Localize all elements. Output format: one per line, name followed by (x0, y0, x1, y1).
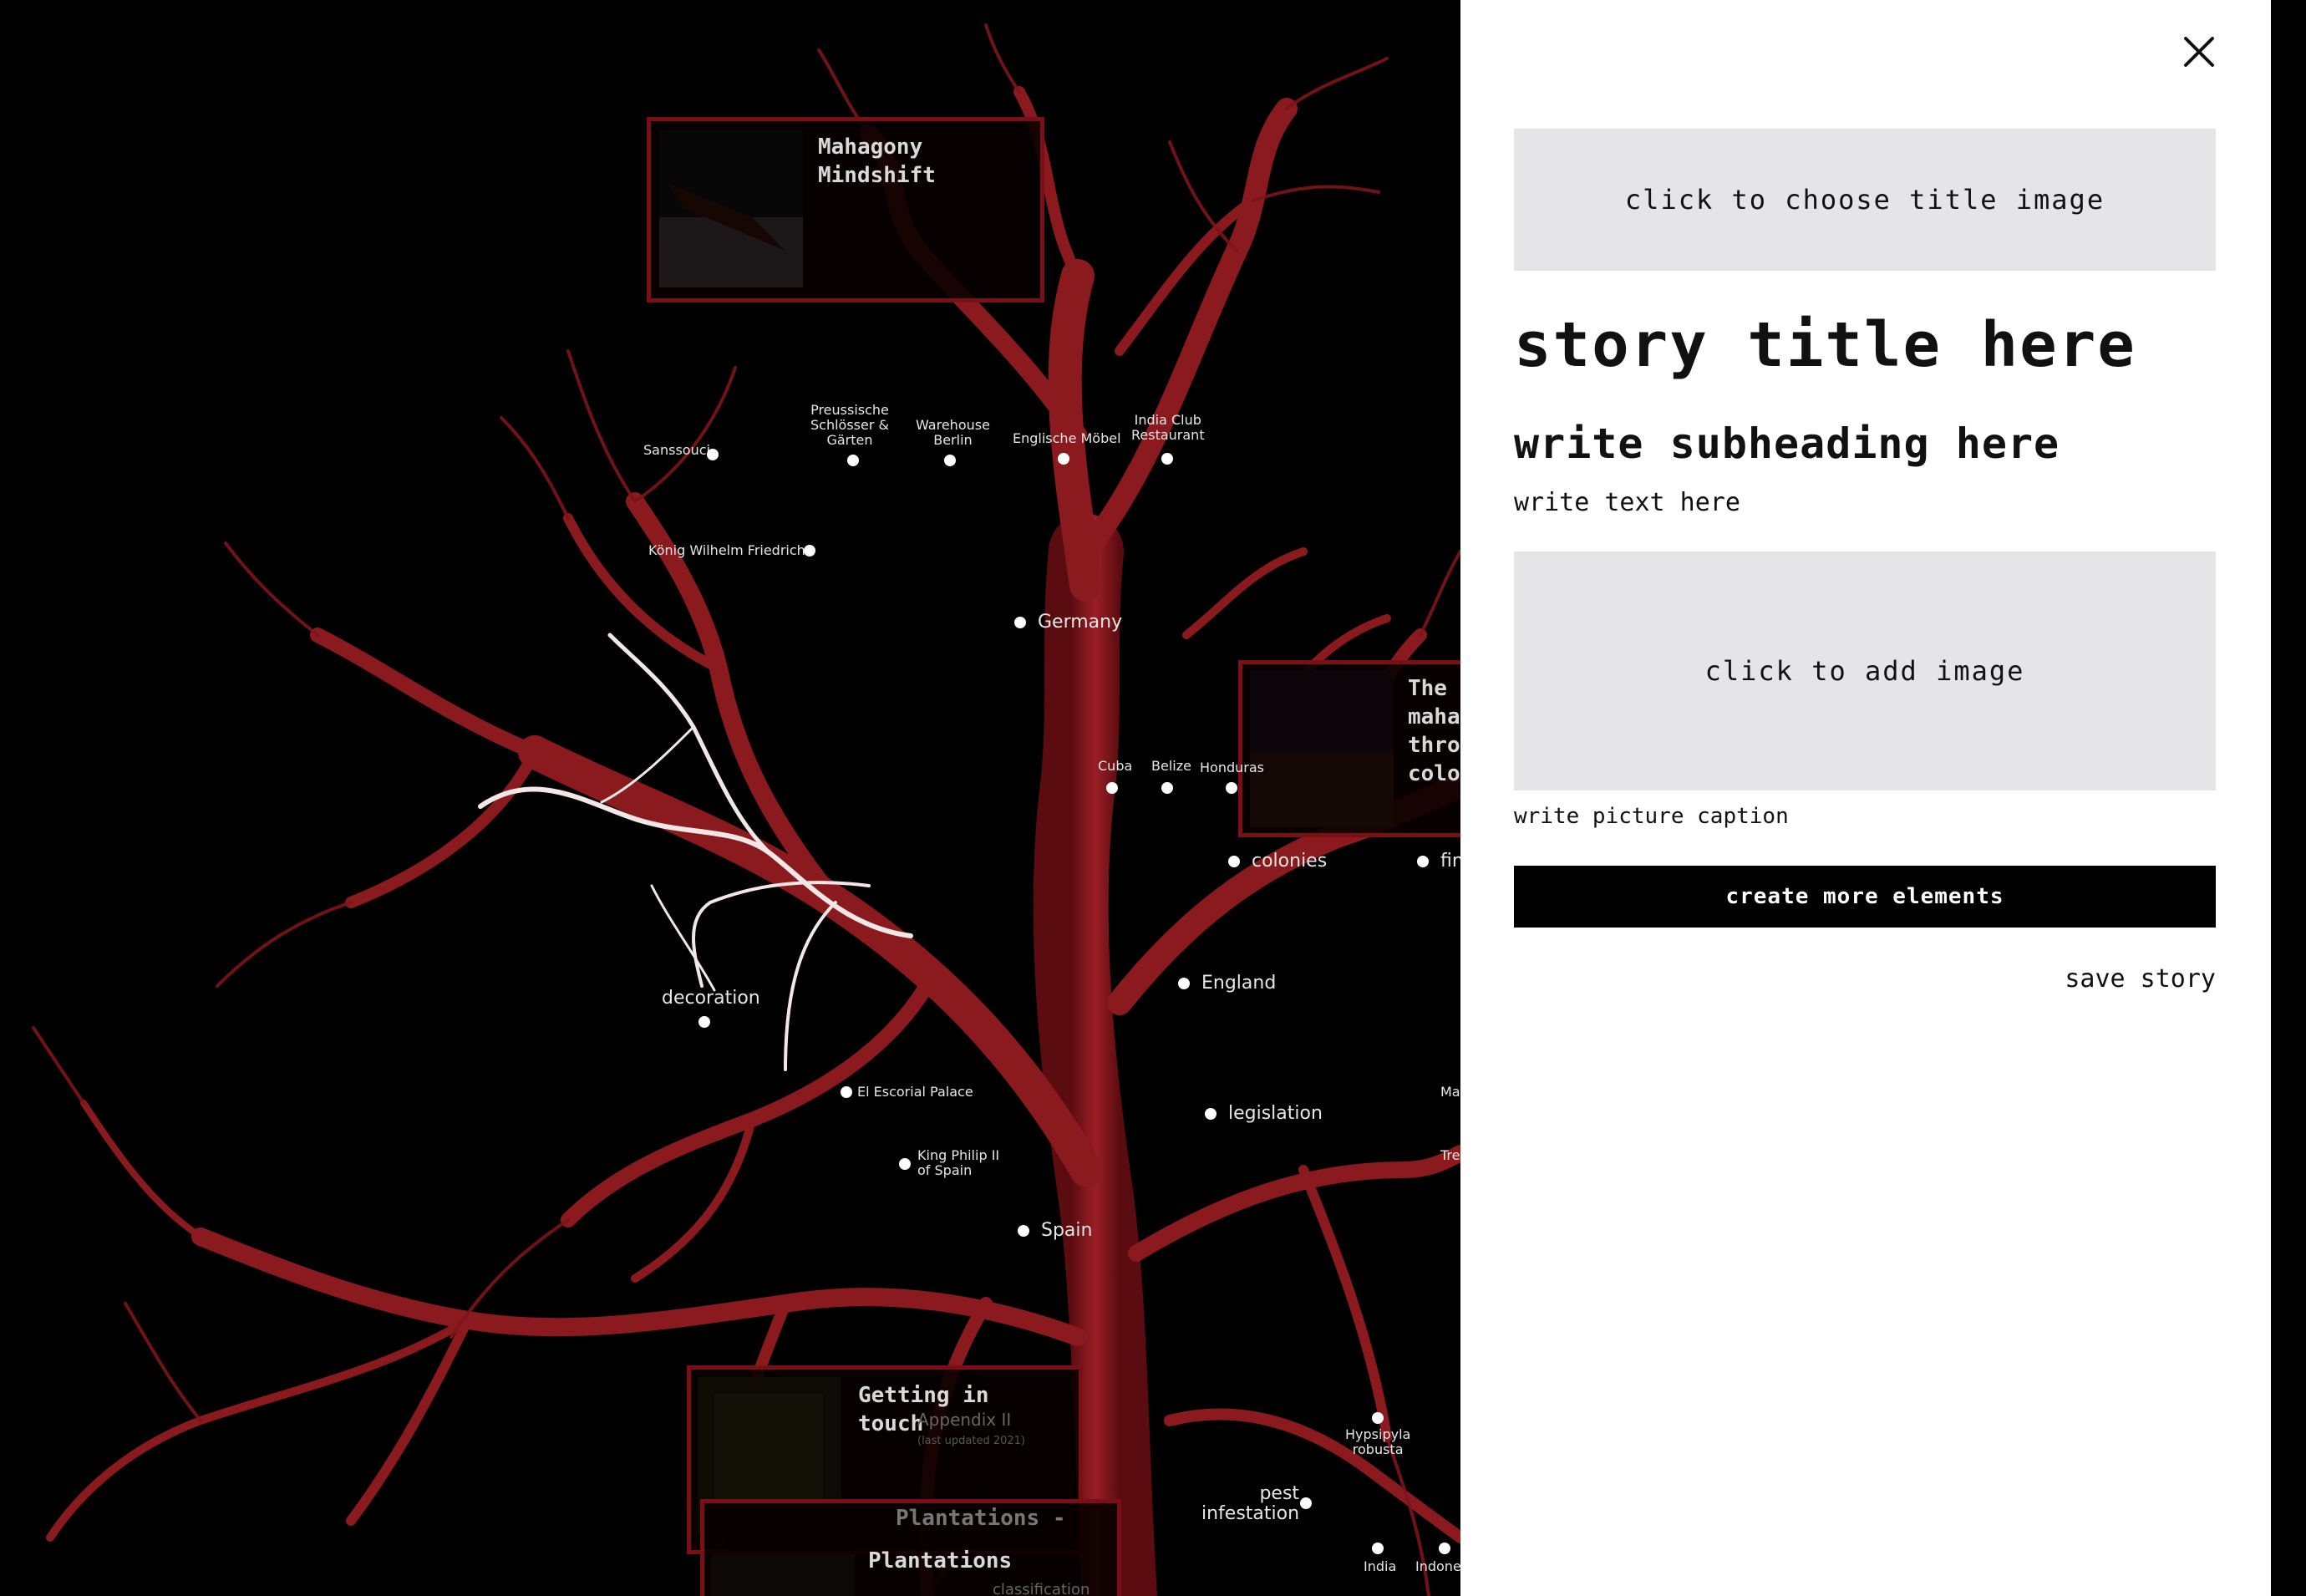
picture-caption-field[interactable]: write picture caption (1514, 804, 1789, 829)
add-image-picker[interactable]: click to add image (1514, 551, 2216, 790)
node-escorial[interactable]: El Escorial Palace (841, 1085, 973, 1100)
node-sanssouci[interactable]: Sanssouci (643, 443, 719, 460)
close-button[interactable] (2179, 32, 2219, 72)
story-title-field[interactable]: story title here (1514, 309, 2136, 381)
node-indonesia[interactable]: Indones (1415, 1543, 1460, 1574)
node-fin[interactable]: fin (1417, 851, 1460, 872)
story-card-title: Mahagony Mindshift (818, 135, 936, 188)
save-story-button[interactable]: save story (2065, 964, 2216, 994)
story-card-title: The maha thro colo (1408, 676, 1460, 786)
close-icon (2184, 37, 2214, 67)
node-cuba[interactable]: Cuba (1098, 759, 1132, 794)
node-englische[interactable]: Englische Möbel (1013, 431, 1121, 465)
node-belize[interactable]: Belize (1151, 759, 1191, 794)
body-text-field[interactable]: write text here (1514, 488, 1740, 517)
ghost-label-appendix: Appendix II (917, 1410, 1012, 1430)
story-editor-panel: click to choose title image story title … (1460, 0, 2271, 1596)
node-india[interactable]: India (1364, 1543, 1396, 1574)
add-image-prompt: click to add image (1704, 655, 2025, 687)
story-card-mahagony-mindshift[interactable]: Mahagony Mindshift (647, 117, 1044, 302)
node-pest[interactable]: pest infestation (1201, 1484, 1312, 1524)
node-philip[interactable]: King Philip II of Spain (899, 1148, 999, 1178)
node-england[interactable]: England (1178, 973, 1276, 994)
node-decoration[interactable]: decoration (662, 988, 760, 1028)
title-image-picker[interactable]: click to choose title image (1514, 129, 2216, 271)
node-germany[interactable]: Germany (1014, 612, 1122, 633)
node-honduras[interactable]: Honduras (1200, 760, 1264, 794)
node-colonies[interactable]: colonies (1228, 851, 1327, 872)
node-india-club[interactable]: India Club Restaurant (1131, 413, 1205, 465)
right-edge-strip (2271, 0, 2306, 1596)
create-more-elements-button[interactable]: create more elements (1514, 866, 2216, 928)
story-tree-canvas[interactable]: Mahagony Mindshift The maha thro colo Ge… (0, 0, 1460, 1596)
ghost-label-appendix-note: (last updated 2021) (917, 1435, 1025, 1447)
story-card-mahagony-colonial[interactable]: The maha thro colo (1238, 660, 1460, 837)
node-legislation[interactable]: legislation (1205, 1103, 1323, 1124)
node-spain[interactable]: Spain (1018, 1220, 1092, 1241)
node-preussische[interactable]: Preussische Schlösser & Gärten (810, 403, 889, 466)
node-tre[interactable]: Tre (1440, 1148, 1460, 1163)
node-warehouse[interactable]: Warehouse Berlin (916, 418, 990, 466)
title-image-prompt: click to choose title image (1624, 184, 2105, 216)
node-koenig[interactable]: König Wilhelm Friedrich (648, 543, 815, 558)
node-ma[interactable]: Ma (1440, 1085, 1460, 1100)
story-card-title: Plantations (868, 1548, 1013, 1573)
node-hypsipyla[interactable]: Hypsipyla robusta (1345, 1412, 1410, 1457)
ghost-label-classification: classification (993, 1581, 1090, 1596)
ghost-label-plantations: Plantations - (896, 1506, 1066, 1531)
subheading-field[interactable]: write subheading here (1514, 419, 2060, 468)
